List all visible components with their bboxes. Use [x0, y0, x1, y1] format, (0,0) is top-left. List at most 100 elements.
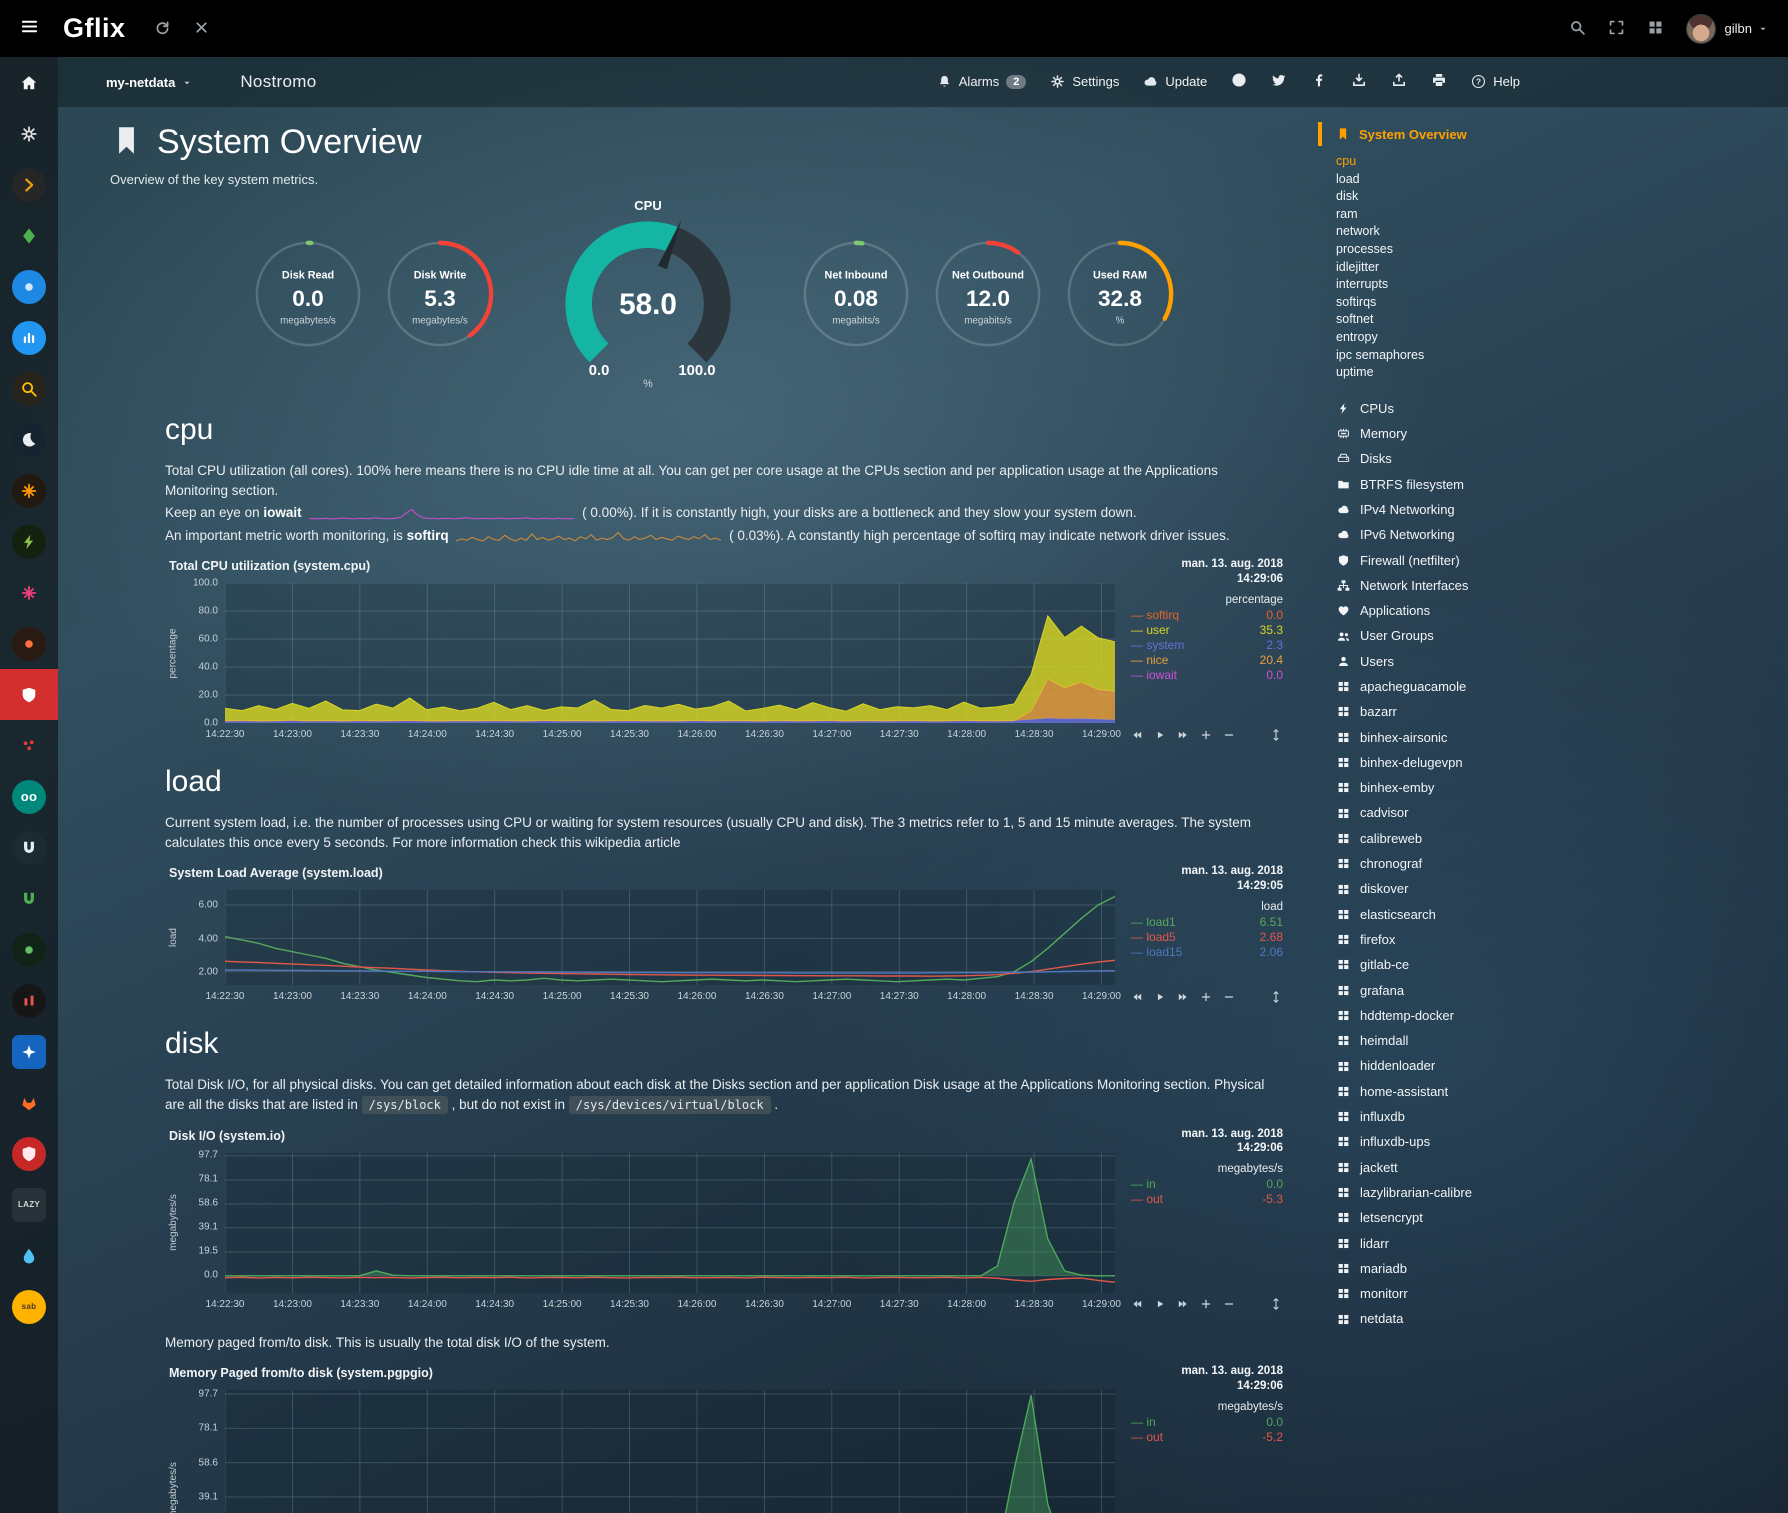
orange-ring-icon[interactable] [0, 618, 58, 669]
sab-icon[interactable]: sab [0, 1281, 58, 1332]
user-menu[interactable]: gilbn [1725, 21, 1768, 36]
chart-drag-resize-handle[interactable] [1269, 727, 1283, 743]
nav-section-memory[interactable]: Memory [1318, 421, 1788, 446]
green-gem-icon[interactable] [0, 210, 58, 261]
nav-container-binhex-airsonic[interactable]: binhex-airsonic [1318, 725, 1788, 750]
help-button[interactable]: ? Help [1471, 74, 1520, 90]
alarms-button[interactable]: Alarms 2 [937, 74, 1027, 90]
nav-sub-idlejitter[interactable]: idlejitter [1336, 259, 1788, 277]
green-horseshoe-icon[interactable] [0, 873, 58, 924]
github-icon[interactable] [1231, 72, 1247, 91]
chart-zoom-in-button[interactable] [1200, 990, 1212, 1004]
plex-chevron-icon[interactable] [0, 159, 58, 210]
upload-icon[interactable] [1391, 72, 1407, 91]
fullscreen-icon[interactable] [1608, 19, 1625, 39]
nav-sub-ram[interactable]: ram [1336, 206, 1788, 224]
orange-burst-icon[interactable] [0, 465, 58, 516]
nav-sub-softirqs[interactable]: softirqs [1336, 294, 1788, 312]
legend-system[interactable]: — system2.3 [1131, 638, 1283, 653]
nav-container-gitlab-ce[interactable]: gitlab-ce [1318, 952, 1788, 977]
chart-zoom-out-button[interactable] [1223, 1298, 1235, 1312]
nav-sub-processes[interactable]: processes [1336, 241, 1788, 259]
water-drop-icon[interactable] [0, 1230, 58, 1281]
my-netdata-menu[interactable]: my-netdata [106, 75, 192, 90]
nav-sub-disk[interactable]: disk [1336, 188, 1788, 206]
chart-skip-back-button[interactable] [1131, 728, 1143, 742]
nav-container-diskover[interactable]: diskover [1318, 876, 1788, 901]
nav-sub-cpu[interactable]: cpu [1336, 153, 1788, 171]
nav-container-influxdb-ups[interactable]: influxdb-ups [1318, 1129, 1788, 1154]
nav-section-users[interactable]: Users [1318, 649, 1788, 674]
chart-zoom-in-button[interactable] [1200, 1298, 1212, 1312]
chart-canvas-cpu[interactable] [225, 583, 1115, 723]
print-icon[interactable] [1431, 72, 1447, 91]
nav-section-disks[interactable]: Disks [1318, 446, 1788, 471]
gauge-disk-read[interactable]: Disk Read 0.0 megabytes/s [242, 235, 374, 353]
twitter-icon[interactable] [1271, 72, 1287, 91]
nav-section-btrfs-filesystem[interactable]: BTRFS filesystem [1318, 472, 1788, 497]
search-icon[interactable] [1569, 19, 1586, 39]
chart-play-button[interactable] [1154, 1298, 1166, 1312]
nav-container-binhex-emby[interactable]: binhex-emby [1318, 775, 1788, 800]
legend-in[interactable]: — in0.0 [1131, 1177, 1283, 1192]
legend-out[interactable]: — out-5.2 [1131, 1430, 1283, 1445]
nav-section-applications[interactable]: Applications [1318, 598, 1788, 623]
update-button[interactable]: Update [1143, 74, 1207, 90]
chart-skip-back-button[interactable] [1131, 1298, 1143, 1312]
nav-section-ipv4-networking[interactable]: IPv4 Networking [1318, 497, 1788, 522]
chart-skip-forward-button[interactable] [1177, 728, 1189, 742]
legend-softirq[interactable]: — softirq0.0 [1131, 608, 1283, 623]
nav-container-calibreweb[interactable]: calibreweb [1318, 826, 1788, 851]
nav-section-ipv6-networking[interactable]: IPv6 Networking [1318, 522, 1788, 547]
close-icon[interactable] [193, 19, 210, 39]
settings-gear-icon[interactable] [0, 108, 58, 159]
legend-in[interactable]: — in0.0 [1131, 1415, 1283, 1430]
nav-container-chronograf[interactable]: chronograf [1318, 851, 1788, 876]
settings-button[interactable]: Settings [1050, 74, 1119, 90]
blue-sparkle-icon[interactable] [0, 1026, 58, 1077]
nav-system-overview[interactable]: System Overview [1318, 122, 1788, 146]
nav-section-network-interfaces[interactable]: Network Interfaces [1318, 573, 1788, 598]
nav-sub-network[interactable]: network [1336, 223, 1788, 241]
nav-sub-entropy[interactable]: entropy [1336, 329, 1788, 347]
nav-sub-uptime[interactable]: uptime [1336, 364, 1788, 382]
dark-moon-icon[interactable] [0, 414, 58, 465]
nav-sub-interrupts[interactable]: interrupts [1336, 276, 1788, 294]
nav-section-firewall-netfilter[interactable]: Firewall (netfilter) [1318, 548, 1788, 573]
home-icon[interactable] [0, 57, 58, 108]
chart-play-button[interactable] [1154, 990, 1166, 1004]
nav-container-apacheguacamole[interactable]: apacheguacamole [1318, 674, 1788, 699]
teal-oo-icon[interactable]: oo [0, 771, 58, 822]
chart-skip-back-button[interactable] [1131, 990, 1143, 1004]
nav-container-binhex-delugevpn[interactable]: binhex-delugevpn [1318, 750, 1788, 775]
red-badge-icon[interactable] [0, 1128, 58, 1179]
nav-section-user-groups[interactable]: User Groups [1318, 623, 1788, 648]
refresh-icon[interactable] [154, 19, 171, 39]
legend-iowait[interactable]: — iowait0.0 [1131, 668, 1283, 683]
nav-container-grafana[interactable]: grafana [1318, 978, 1788, 1003]
legend-user[interactable]: — user35.3 [1131, 623, 1283, 638]
chart-play-button[interactable] [1154, 728, 1166, 742]
gauge-net-inbound[interactable]: Net Inbound 0.08 megabits/s [790, 235, 922, 353]
gauge-used-ram[interactable]: Used RAM 32.8 % [1054, 235, 1186, 353]
nav-container-mariadb[interactable]: mariadb [1318, 1256, 1788, 1281]
chart-skip-forward-button[interactable] [1177, 1298, 1189, 1312]
nav-container-elasticsearch[interactable]: elasticsearch [1318, 902, 1788, 927]
gitlab-flame-icon[interactable] [0, 1077, 58, 1128]
nav-container-jackett[interactable]: jackett [1318, 1155, 1788, 1180]
chart-zoom-out-button[interactable] [1223, 990, 1235, 1004]
chart-drag-resize-handle[interactable] [1269, 989, 1283, 1005]
meter-bars-icon[interactable] [0, 975, 58, 1026]
audio-bars-icon[interactable] [0, 312, 58, 363]
pink-burst-icon[interactable] [0, 567, 58, 618]
avatar[interactable] [1686, 14, 1716, 44]
nav-container-home-assistant[interactable]: home-assistant [1318, 1079, 1788, 1104]
gauge-net-outbound[interactable]: Net Outbound 12.0 megabits/s [922, 235, 1054, 353]
red-dots-icon[interactable] [0, 720, 58, 771]
nav-section-cpus[interactable]: CPUs [1318, 396, 1788, 421]
menu-icon[interactable] [20, 17, 39, 40]
chart-zoom-out-button[interactable] [1223, 728, 1235, 742]
legend-nice[interactable]: — nice20.4 [1131, 653, 1283, 668]
green-bolt-icon[interactable] [0, 516, 58, 567]
blue-disc-icon[interactable] [0, 261, 58, 312]
